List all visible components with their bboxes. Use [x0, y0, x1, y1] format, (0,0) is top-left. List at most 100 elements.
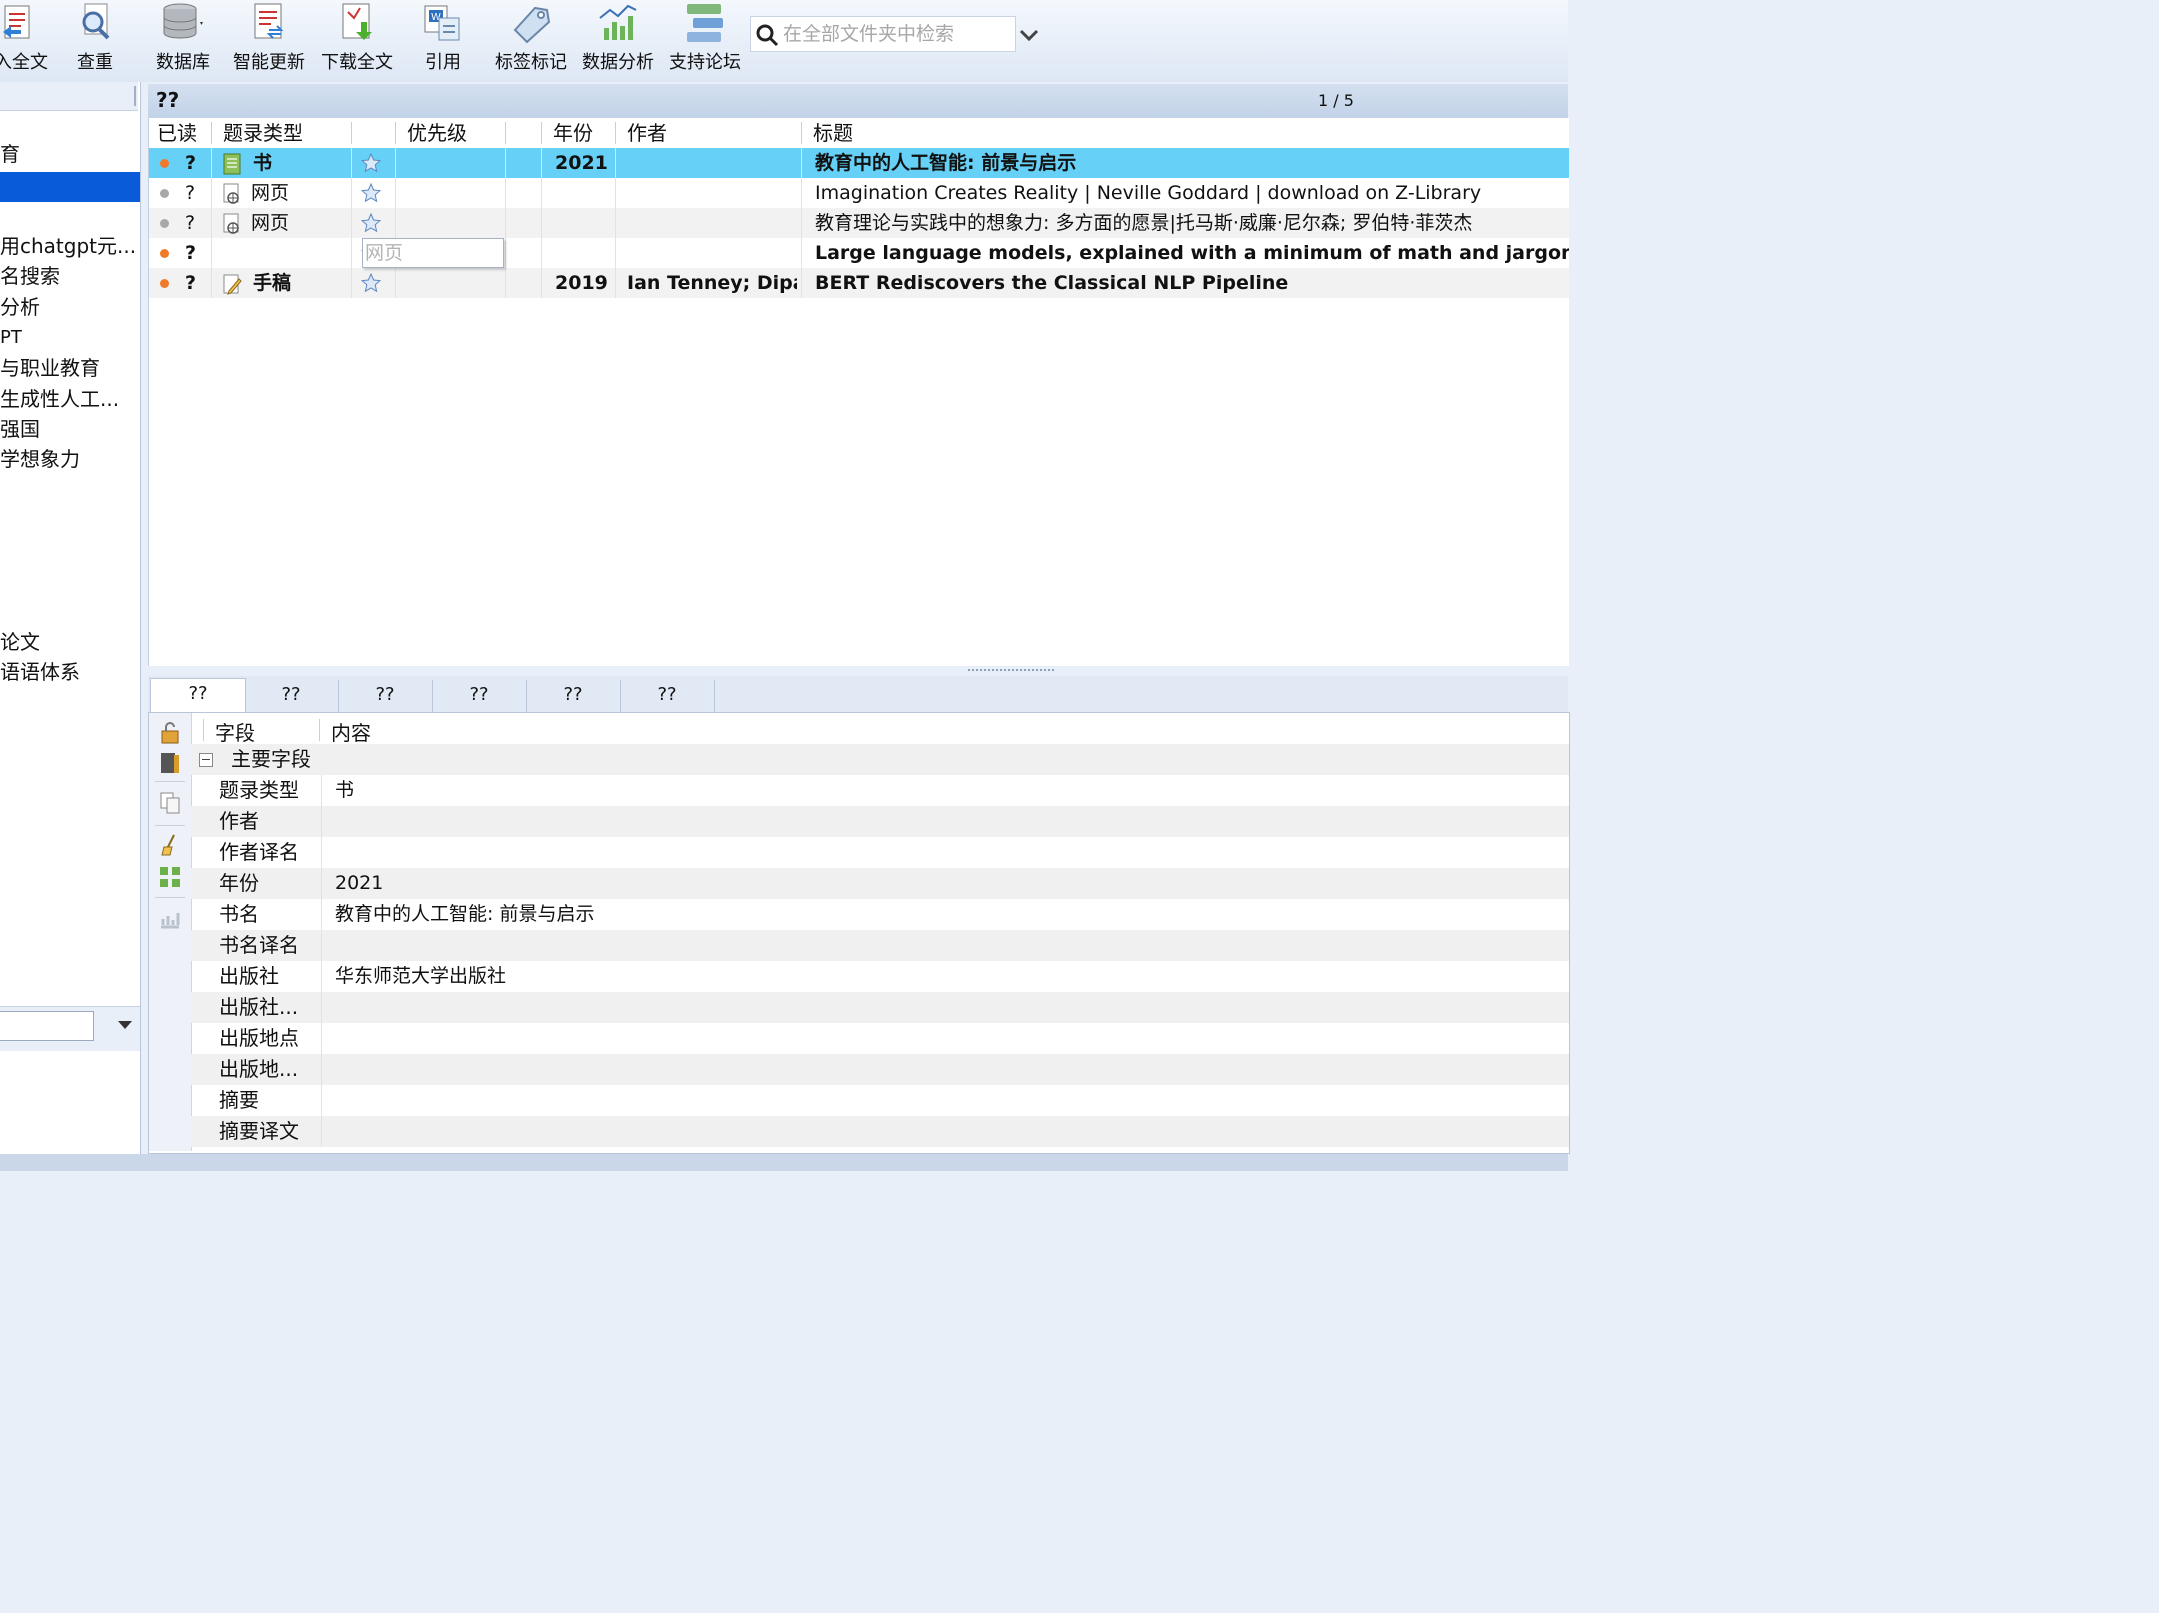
search-box	[750, 16, 1016, 52]
tree-item-selected[interactable]	[0, 172, 140, 202]
book-reader-icon[interactable]	[158, 751, 182, 775]
detail-toolbar	[149, 713, 192, 1151]
webpage-icon	[223, 183, 239, 204]
folder-tree-header	[0, 82, 138, 111]
unread-status-dot	[160, 279, 169, 288]
list-title: ??	[156, 88, 180, 112]
cite-button[interactable]: W 引用	[410, 0, 476, 76]
toolbar: 入全文 查重 数据库 智能更新 下载全文 W 引用 标签标记 数据分析 支持论坛…	[0, 0, 1568, 82]
tree-item[interactable]: 用chatgpt元...	[0, 232, 140, 260]
tab-6[interactable]: ??	[620, 680, 715, 712]
table-row[interactable]: ? 手稿 2019 Ian Tenney; Dipa.. BERT Redisc…	[149, 268, 1569, 298]
tree-item[interactable]: 与职业教育	[0, 354, 140, 382]
field-group[interactable]: 主要字段	[191, 744, 1569, 775]
tab-3[interactable]: ??	[338, 680, 433, 712]
field-row[interactable]: 出版社 华东师范大学出版社	[191, 961, 1569, 992]
smart-update-button[interactable]: 智能更新	[230, 0, 308, 76]
broom-clear-icon[interactable]	[158, 833, 182, 857]
column-title[interactable]: 标题	[813, 120, 853, 146]
field-row[interactable]: 作者译名	[191, 837, 1569, 868]
collapse-toggle-icon[interactable]	[199, 753, 213, 767]
chevron-down-icon[interactable]	[1018, 24, 1040, 46]
tree-item[interactable]: 语语体系	[0, 658, 140, 686]
tree-item[interactable]: PT	[0, 324, 140, 352]
support-forum-button[interactable]: 支持论坛	[666, 0, 744, 76]
lock-icon[interactable]	[158, 721, 182, 745]
webpage-icon	[223, 213, 239, 234]
database-icon	[163, 3, 203, 39]
grid-view-icon[interactable]	[158, 865, 182, 889]
column-read[interactable]: 已读	[157, 120, 197, 146]
field-row[interactable]: 出版地...	[191, 1054, 1569, 1085]
forum-icon	[687, 4, 723, 42]
detail-grid: 字段 内容 主要字段 题录类型书 作者 作者译名 年份 2021 书名 教育中的人工…	[191, 713, 1569, 1151]
tree-item[interactable]: 生成性人工...	[0, 385, 140, 413]
tree-item[interactable]: 强国	[0, 415, 140, 443]
tag-icon	[513, 6, 551, 44]
search-input[interactable]	[781, 19, 1013, 49]
data-analysis-button[interactable]: 数据分析	[578, 0, 658, 76]
field-row[interactable]: 出版社...	[191, 992, 1569, 1023]
star-icon[interactable]	[361, 153, 381, 173]
star-icon[interactable]	[361, 213, 381, 233]
column-year[interactable]: 年份	[553, 120, 593, 146]
list-header: 已读 题录类型 优先级 年份 作者 标题	[149, 118, 1569, 147]
column-type[interactable]: 题录类型	[223, 120, 303, 146]
star-icon[interactable]	[361, 273, 381, 293]
tab-2[interactable]: ??	[244, 680, 339, 712]
import-fulltext-button[interactable]: 入全文	[0, 0, 62, 76]
chart-analysis-icon	[599, 4, 637, 40]
unread-status-dot	[160, 159, 169, 168]
manuscript-icon	[223, 274, 242, 295]
smart-update-icon	[254, 3, 284, 39]
field-row[interactable]: 题录类型书	[191, 775, 1569, 806]
database-button[interactable]: 数据库	[148, 0, 218, 76]
folder-filter-input[interactable]	[0, 1011, 94, 1041]
table-row[interactable]: ? 网页 教育理论与实践中的想象力: 多方面的愿景|托马斯·威廉·尼尔森; 罗伯…	[149, 208, 1569, 238]
duplicate-check-button[interactable]: 查重	[62, 0, 128, 76]
field-row[interactable]: 摘要	[191, 1085, 1569, 1116]
read-status-dot	[160, 189, 169, 198]
copy-icon[interactable]	[158, 791, 182, 815]
cite-word-icon: W	[424, 5, 460, 41]
folder-filter	[0, 1006, 140, 1051]
tree-item[interactable]: 学想象力	[0, 445, 140, 473]
field-row[interactable]: 书名 教育中的人工智能: 前景与启示	[191, 899, 1569, 930]
column-author[interactable]: 作者	[627, 120, 667, 146]
read-status-dot	[160, 219, 169, 228]
detail-tabs: ?? ?? ?? ?? ?? ??	[148, 676, 1568, 713]
splitter-grip[interactable]	[968, 669, 1054, 675]
field-row[interactable]: 出版地点	[191, 1023, 1569, 1054]
dropdown-arrow-icon[interactable]	[116, 1017, 134, 1033]
field-row[interactable]: 摘要译文	[191, 1116, 1569, 1147]
field-row[interactable]: 作者	[191, 806, 1569, 837]
reference-list: 已读 题录类型 优先级 年份 作者 标题 ? 书 2021 教育中的人工智能: …	[148, 118, 1569, 666]
type-tooltip: 网页	[362, 238, 504, 268]
folder-tree-panel: 育 用chatgpt元... 名搜索 分析 PT 与职业教育 生成性人工... …	[0, 82, 141, 1154]
column-field: 字段	[215, 721, 255, 745]
tab-4[interactable]: ??	[432, 680, 527, 712]
field-row[interactable]: 年份 2021	[191, 868, 1569, 899]
tree-item[interactable]: 论文	[0, 628, 140, 656]
star-icon[interactable]	[361, 183, 381, 203]
tree-item[interactable]: 分析	[0, 293, 140, 321]
status-bar	[0, 1154, 1568, 1171]
chart-disabled-icon	[161, 913, 180, 929]
tree-item[interactable]: 名搜索	[0, 262, 140, 290]
download-fulltext-button[interactable]: 下载全文	[318, 0, 396, 76]
download-pdf-icon	[342, 3, 372, 40]
tab-5[interactable]: ??	[526, 680, 621, 712]
tag-mark-button[interactable]: 标签标记	[492, 0, 570, 76]
column-priority[interactable]: 优先级	[407, 120, 467, 146]
duplicate-search-icon	[82, 3, 110, 40]
tree-item[interactable]: 育	[0, 140, 140, 168]
field-row[interactable]: 书名译名	[191, 930, 1569, 961]
unread-status-dot	[160, 249, 169, 258]
column-content: 内容	[331, 721, 371, 745]
fulltext-import-icon	[3, 5, 30, 39]
tab-details[interactable]: ??	[150, 678, 246, 713]
table-row[interactable]: ? 书 2021 教育中的人工智能: 前景与启示	[149, 148, 1569, 178]
table-row[interactable]: ? 网页 Imagination Creates Reality | Nevil…	[149, 178, 1569, 208]
list-titlebar: ?? 1 / 5	[148, 84, 1568, 118]
page-indicator: 1 / 5	[1318, 91, 1354, 110]
